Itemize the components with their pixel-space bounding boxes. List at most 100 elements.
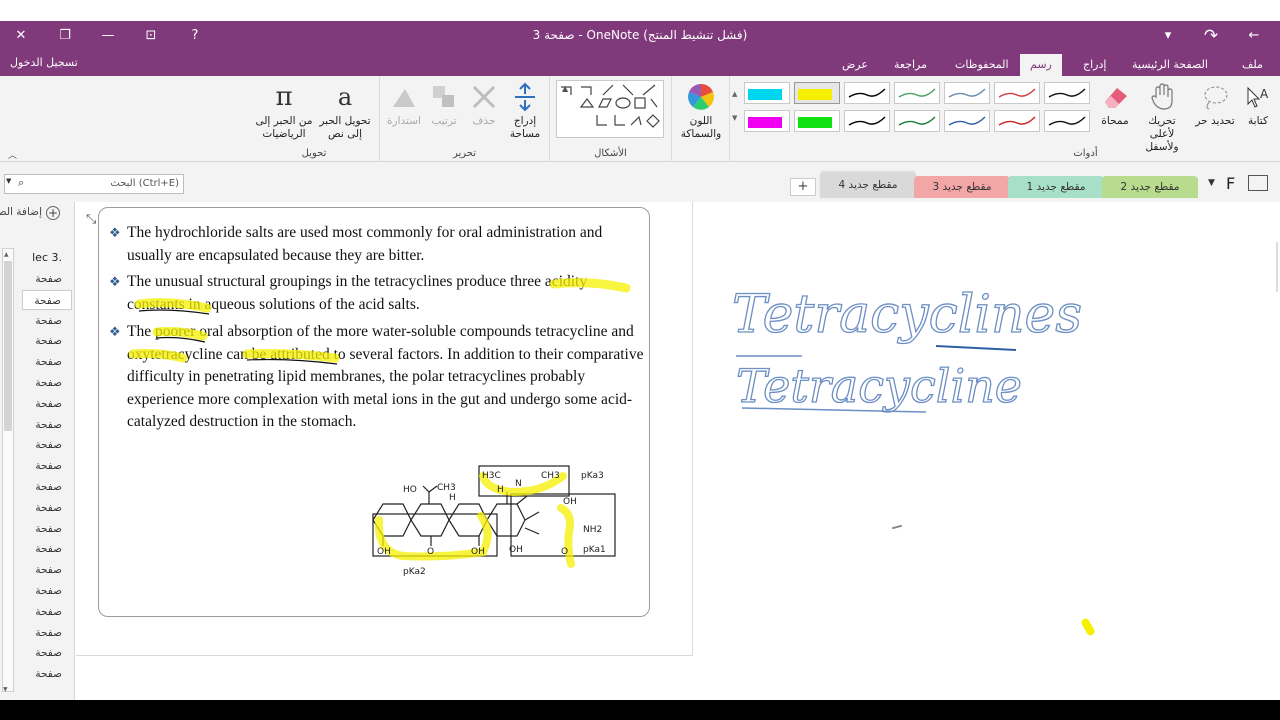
collapse-ribbon-icon[interactable]: ︿ [8,148,17,161]
expand-container-icon[interactable]: ⤡ [86,212,96,227]
page-item[interactable]: صفحة [22,394,72,414]
o2-label: O [561,547,568,557]
color-wheel-icon [686,82,716,112]
page-item[interactable]: صفحة [22,643,72,663]
edit-group: استدارة ترتيب حذف إدراج مساحة تحرير [379,76,549,162]
page-list: + إضافة الصـ ▲ ▼ lec 3. صفحةصفحةصفحةصفحة… [0,202,75,700]
notebook-dropdown-icon[interactable]: ▼ [1208,178,1215,188]
delete-label: حذف [472,115,496,127]
section-tab-1[interactable]: مقطع جديد 1 [1008,176,1104,198]
delete-button[interactable]: حذف [466,82,502,128]
lasso-icon [1200,82,1230,112]
redo-icon[interactable]: ↷ [1198,25,1224,47]
pen-swatch[interactable] [1044,110,1090,132]
highlighter-pen-swatch[interactable] [744,110,790,132]
tab-draw[interactable]: رسم [1020,54,1062,76]
svg-text:A: A [1260,87,1269,101]
type-label: كتابة [1248,115,1268,127]
shapes-gallery[interactable] [556,80,664,138]
add-page-button[interactable]: إضافة الصـ [0,206,42,218]
onenote-window: ✕ ❐ — ⊡ ? صفحة 3 - OneNote (فشل تنشيط ال… [0,0,1280,720]
page-item[interactable]: صفحة [22,623,72,643]
shapes-scroll-up-icon[interactable]: ▲ [562,84,568,93]
pen-swatch[interactable] [1044,82,1090,104]
page-item[interactable]: صفحة [22,664,72,684]
page-item[interactable]: صفحة [22,311,72,331]
page-item-lec3[interactable]: lec 3. [22,248,72,268]
shapes-group-label: الأشكال [594,148,627,159]
add-page-icon[interactable]: + [46,206,60,220]
pens-scroll-icon[interactable]: ▲ ▼ [732,82,740,130]
insert-space-button[interactable]: إدراج مساحة [504,82,546,141]
ink-to-math-button[interactable]: π من الحبر إلى الرياضيات [253,82,315,141]
tab-review[interactable]: مراجعة [884,54,937,76]
lasso-select-button[interactable]: تحديد حر [1195,82,1235,128]
back-icon[interactable]: ← [1241,25,1267,47]
page-item[interactable]: صفحة [22,560,72,580]
page-item[interactable]: صفحة [22,456,72,476]
page-item[interactable]: صفحة [22,352,72,372]
note-container[interactable]: ❖ The hydrochloride salts are used most … [98,207,650,617]
type-button[interactable]: A كتابة [1239,82,1277,128]
pen-swatch[interactable] [844,110,890,132]
rotate-button[interactable]: استدارة [384,82,424,128]
section-tab-2[interactable]: مقطع جديد 2 [1102,176,1198,198]
pen-swatch[interactable] [894,82,940,104]
customize-qat-icon[interactable]: ▾ [1155,25,1181,47]
highlighter-pen-swatch[interactable] [794,110,840,132]
scroll-up-icon[interactable]: ▲ [4,251,9,258]
page-item[interactable]: صفحة [22,477,72,497]
ink-to-text-button[interactable]: a تحويل الحبر إلى نص [315,82,375,141]
notebook-pane-icon[interactable] [1248,175,1268,191]
highlighter-pen-swatch[interactable] [744,82,790,104]
tab-file[interactable]: ملف [1232,54,1273,76]
section-tab-3[interactable]: مقطع جديد 3 [914,176,1010,198]
page-item[interactable]: صفحة [22,498,72,518]
pen-swatch[interactable] [944,110,990,132]
tab-history[interactable]: المحفوظات [945,54,1019,76]
tab-insert[interactable]: إدراج [1073,54,1116,76]
page-item[interactable]: صفحة [22,269,72,289]
convert-group: π من الحبر إلى الرياضيات a تحويل الحبر إ… [249,76,379,162]
page-item[interactable]: صفحة [22,415,72,435]
pen-swatch[interactable] [994,110,1040,132]
page-item[interactable]: صفحة [22,435,72,455]
notebook-name[interactable]: F [1226,174,1235,193]
section-tab-4[interactable]: مقطع جديد 4 [820,172,916,198]
tab-home[interactable]: الصفحة الرئيسية [1122,54,1218,76]
page-canvas[interactable]: ⤡ ❖ The hydrochloride salts are used mos… [76,202,1280,700]
pen-swatch[interactable] [944,82,990,104]
ink-to-text-icon: a [337,82,353,111]
arrange-button[interactable]: ترتيب [426,82,462,128]
search-scope-dropdown-icon[interactable]: ▼ [6,177,11,185]
eraser-button[interactable]: ممحاة [1095,82,1135,128]
pen-swatch[interactable] [894,110,940,132]
scroll-down-icon[interactable]: ▼ [3,686,8,693]
page-item[interactable]: صفحة [22,519,72,539]
search-input[interactable]: البحث (Ctrl+E) [4,174,184,194]
tab-view[interactable]: عرض [832,54,878,76]
tetracycline-structure-diagram: HO CH3 H H3C N CH3 H OH pKa3 NH2 pKa1 pK… [372,465,616,577]
highlighter-pen-swatch[interactable] [794,82,840,104]
color-thickness-label: اللون والسماكة [680,115,722,140]
pen-swatch[interactable] [994,82,1040,104]
pen-swatch[interactable] [844,82,890,104]
page-item[interactable]: صفحة [22,602,72,622]
color-thickness-button[interactable]: اللون والسماكة [674,82,728,141]
handwritten-ink: Tetracyclines Tetracycline [731,284,1082,413]
pan-button[interactable]: تحريك لأعلى ولأسفل [1137,82,1187,154]
page-item[interactable]: صفحة [22,331,72,351]
title-bar: ✕ ❐ — ⊡ ? صفحة 3 - OneNote (فشل تنشيط ال… [0,21,1280,51]
h-label: H [449,493,456,503]
ink-dash [891,524,903,530]
page-list-scrollbar[interactable]: ▲ [2,248,14,692]
page-item[interactable]: صفحة [22,581,72,601]
page-item[interactable]: صفحة [22,289,72,310]
page-item[interactable]: صفحة [22,373,72,393]
delete-x-icon [469,82,499,112]
page-item[interactable]: صفحة [22,539,72,559]
add-section-button[interactable]: + [790,178,816,196]
bullet-1: ❖ The hydrochloride salts are used most … [109,222,644,267]
signin-link[interactable]: تسجيل الدخول [10,56,78,69]
scroll-thumb[interactable] [4,261,12,431]
